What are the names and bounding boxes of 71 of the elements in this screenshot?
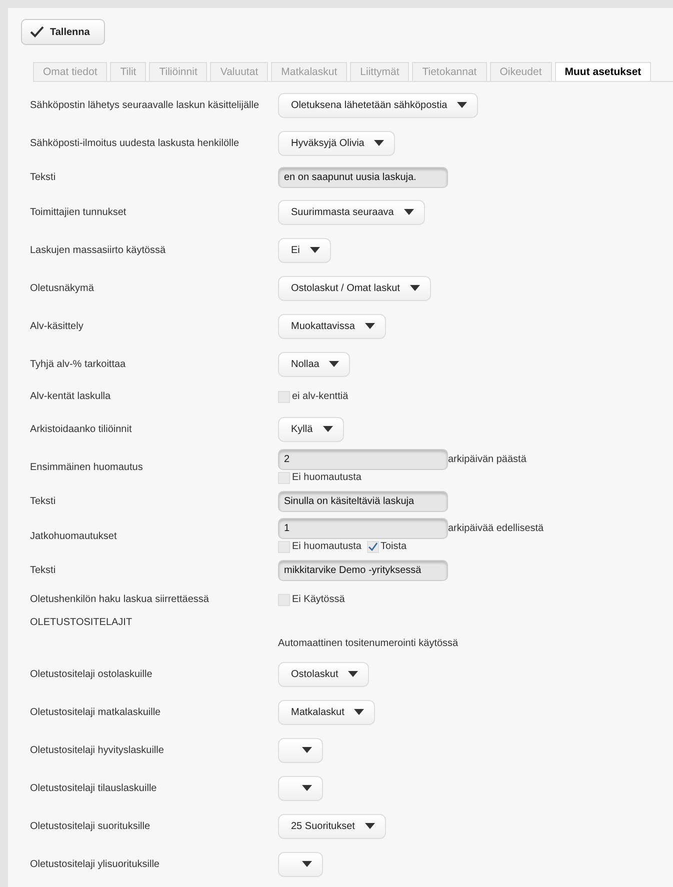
- setting-label: Arkistoidaanko tiliöinnit: [30, 422, 133, 436]
- setting-label: Oletustositelaji suorituksille: [30, 820, 152, 834]
- dropdown[interactable]: Muokattavissa: [278, 314, 386, 338]
- checkmark-icon: [30, 26, 44, 38]
- checkbox[interactable]: [278, 540, 290, 552]
- checkbox[interactable]: [278, 390, 290, 402]
- dropdown[interactable]: [278, 852, 323, 876]
- caret-icon: [410, 285, 420, 291]
- dropdown[interactable]: Ostolaskut: [278, 662, 370, 686]
- checkbox-label: Ei huomautusta: [292, 471, 362, 485]
- setting-label: Oletusnäkymä: [30, 282, 95, 296]
- dropdown[interactable]: Ei: [278, 238, 331, 262]
- setting-label: Jatkohuomautukset: [30, 530, 118, 544]
- dropdown[interactable]: [278, 776, 323, 800]
- caret-icon: [329, 361, 340, 367]
- caret-icon: [457, 102, 468, 108]
- tab[interactable]: Muut asetukset: [554, 62, 652, 81]
- unit-label: arkipäivän päästä: [448, 453, 526, 467]
- unit-label: arkipäivää edellisestä: [448, 522, 544, 536]
- setting-label: Alv-käsittely: [30, 320, 84, 334]
- number-field[interactable]: 1: [278, 518, 448, 539]
- caret-icon: [310, 247, 320, 253]
- setting-label: Laskujen massasiirto käytössä: [30, 244, 167, 258]
- setting-label: Oletustositelaji matkalaskuille: [30, 706, 162, 720]
- checkbox[interactable]: [278, 594, 290, 606]
- setting-label: Tyhjä alv-% tarkoittaa: [30, 358, 127, 372]
- caret-icon: [302, 861, 312, 867]
- checkbox-label: Ei Käytössä: [292, 593, 345, 607]
- dropdown[interactable]: Hyväksyjä Olivia: [278, 130, 396, 156]
- text-field[interactable]: Sinulla on käsiteltäviä laskuja: [278, 491, 448, 512]
- note-text: Automaattinen tositenumerointi käytössä: [278, 636, 458, 650]
- checkbox-label: ei alv-kenttiä: [292, 390, 348, 404]
- setting-label: Oletushenkilön haku laskua siirrettäessä: [30, 593, 210, 607]
- caret-icon: [302, 747, 312, 753]
- dropdown[interactable]: Suurimmasta seuraava: [278, 200, 425, 224]
- setting-label: Sähköposti-ilmoitus uudesta laskusta henkilölle: [30, 136, 240, 150]
- caret-icon: [364, 823, 375, 829]
- setting-label: Teksti: [30, 171, 57, 185]
- text-field[interactable]: mikkitarvike Demo -yrityksessä: [278, 560, 448, 581]
- checkbox[interactable]: [366, 540, 378, 552]
- dropdown[interactable]: Kyllä: [278, 416, 344, 442]
- checkbox[interactable]: [278, 472, 290, 484]
- dropdown[interactable]: Ostolaskut / Omat laskut: [278, 276, 431, 300]
- setting-label: Oletustositelaji hyvityslaskuille: [30, 744, 165, 758]
- setting-label: Teksti: [30, 495, 57, 509]
- dropdown[interactable]: [278, 738, 323, 762]
- caret-icon: [348, 671, 358, 677]
- setting-label: Oletustositelaji ylisuorituksille: [30, 858, 160, 872]
- setting-label: Oletustositelaji ostolaskuille: [30, 668, 154, 682]
- caret-icon: [404, 209, 414, 215]
- checkbox-label: Toista: [380, 540, 407, 554]
- save-button[interactable]: Tallenna: [21, 19, 105, 45]
- text-field[interactable]: en on saapunut uusia laskuja.: [278, 167, 448, 188]
- dropdown[interactable]: Oletuksena lähetetään sähköpostia: [278, 92, 478, 118]
- caret-icon: [354, 709, 364, 715]
- dropdown[interactable]: Matkalaskut: [278, 700, 376, 724]
- dropdown[interactable]: Nollaa: [278, 352, 350, 376]
- setting-label: Teksti: [30, 564, 57, 578]
- section-heading: OLETUSTOSITELAJIT: [30, 616, 132, 630]
- checkbox-label: Ei huomautusta: [292, 540, 362, 554]
- caret-icon: [302, 785, 312, 791]
- setting-label: Alv-kentät laskulla: [30, 390, 112, 404]
- caret-icon: [322, 426, 333, 432]
- setting-label: Oletustositelaji tilauslaskuille: [30, 782, 158, 796]
- dropdown[interactable]: 25 Suoritukset: [278, 814, 386, 838]
- caret-icon: [374, 140, 384, 146]
- setting-label: Toimittajien tunnukset: [30, 206, 128, 220]
- caret-icon: [364, 323, 375, 329]
- setting-label: Sähköpostin lähetys seuraavalle laskun käsittelijälle: [30, 98, 260, 112]
- number-field[interactable]: 2: [278, 449, 448, 470]
- setting-label: Ensimmäinen huomautus: [30, 460, 144, 474]
